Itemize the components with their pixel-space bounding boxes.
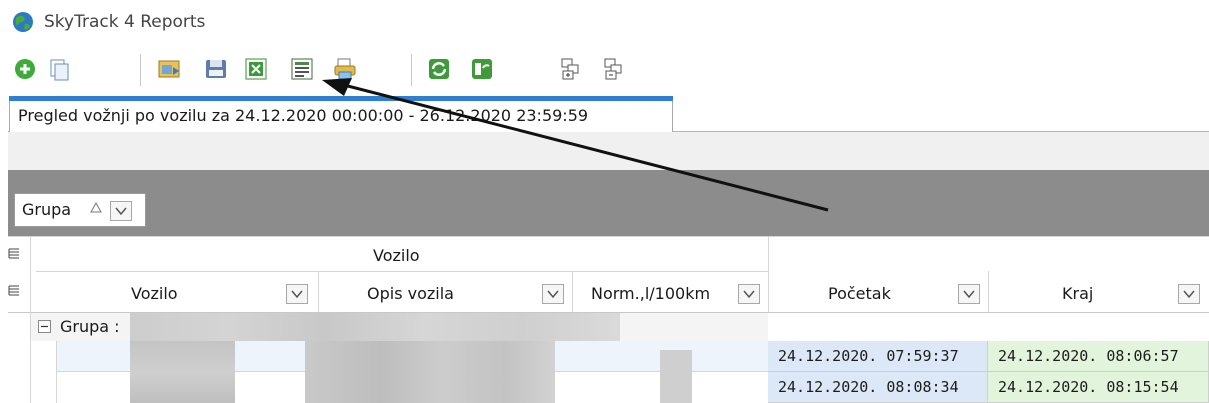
col-header-opis-vozila[interactable]: Opis vozila	[367, 284, 454, 303]
expand-all-icon[interactable]	[557, 56, 583, 82]
group-filter-dropdown-button[interactable]	[110, 201, 132, 221]
tab-report-label: Pregled vožnji po vozilu za 24.12.2020 0…	[18, 106, 589, 125]
col-kraj-filter-button[interactable]	[1178, 284, 1200, 304]
redacted-norm	[660, 350, 692, 403]
save-icon[interactable]	[203, 56, 229, 82]
copy-icon[interactable]	[46, 56, 72, 82]
column-chooser-icon[interactable]	[8, 283, 20, 299]
group-by-panel	[8, 170, 1209, 236]
print-icon[interactable]	[332, 56, 358, 82]
start-value: 24.12.2020. 08:08:34	[778, 378, 959, 396]
col-vozilo-filter-button[interactable]	[286, 284, 308, 304]
chevron-down-icon	[743, 290, 755, 299]
tab-active-indicator	[9, 96, 673, 101]
sort-ascending-icon[interactable]	[89, 201, 103, 215]
open-report-icon[interactable]	[156, 56, 182, 82]
collapse-group-icon[interactable]	[38, 320, 51, 333]
grid-top-border	[8, 236, 1209, 237]
col-header-norm[interactable]: Norm.,l/100km	[591, 284, 710, 303]
column-chooser-icon[interactable]	[8, 246, 20, 262]
redacted-vehicle	[130, 341, 235, 403]
redacted-group-value	[130, 313, 620, 341]
chevron-down-icon	[291, 290, 303, 299]
col-norm-filter-button[interactable]	[738, 284, 760, 304]
tab-content-strip	[8, 132, 1209, 170]
refresh-icon[interactable]	[426, 56, 452, 82]
group-row-label: Grupa :	[60, 317, 120, 336]
chevron-down-icon	[963, 290, 975, 299]
toolbar-separator	[140, 54, 141, 86]
row-indent-gutter	[31, 341, 57, 403]
chevron-down-icon	[115, 207, 127, 216]
col-divider	[572, 271, 573, 312]
refresh-all-icon[interactable]	[469, 56, 495, 82]
export-excel-icon[interactable]	[243, 56, 269, 82]
toolbar-separator	[411, 54, 412, 86]
col-pocetak-filter-button[interactable]	[958, 284, 980, 304]
collapse-all-icon[interactable]	[600, 56, 626, 82]
col-divider	[318, 271, 319, 312]
redacted-description	[305, 341, 555, 403]
end-value: 24.12.2020. 08:15:54	[998, 378, 1179, 396]
col-opis-filter-button[interactable]	[542, 284, 564, 304]
band-header-vozilo: Vozilo	[373, 246, 420, 265]
start-value: 24.12.2020. 07:59:37	[778, 347, 959, 365]
window-title: SkyTrack 4 Reports	[44, 12, 206, 32]
export-table-icon[interactable]	[289, 56, 315, 82]
col-header-vozilo[interactable]: Vozilo	[131, 284, 178, 303]
group-chip-label: Grupa	[22, 200, 72, 219]
chevron-down-icon	[1183, 290, 1195, 299]
col-header-pocetak[interactable]: Početak	[828, 284, 891, 303]
globe-app-icon	[13, 12, 33, 32]
add-icon[interactable]	[12, 56, 38, 82]
end-value: 24.12.2020. 08:06:57	[998, 347, 1179, 365]
band-divider	[36, 271, 768, 272]
band-right-divider	[768, 236, 769, 312]
chevron-down-icon	[547, 290, 559, 299]
col-header-kraj[interactable]: Kraj	[1062, 284, 1093, 303]
col-divider	[988, 271, 989, 312]
